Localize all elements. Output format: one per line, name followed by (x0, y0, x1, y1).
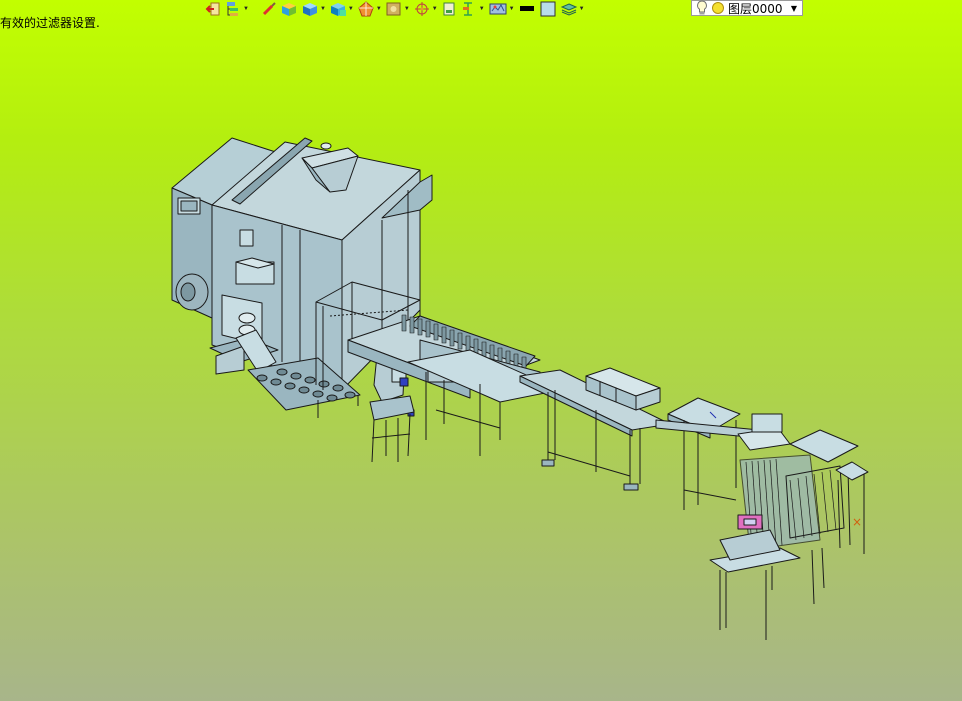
svg-text:×: × (852, 515, 862, 529)
packing-machine: × (709, 429, 869, 640)
production-line-model: × (171, 137, 869, 640)
3d-viewport[interactable]: × (0, 0, 962, 701)
main-conveyor (519, 367, 671, 491)
